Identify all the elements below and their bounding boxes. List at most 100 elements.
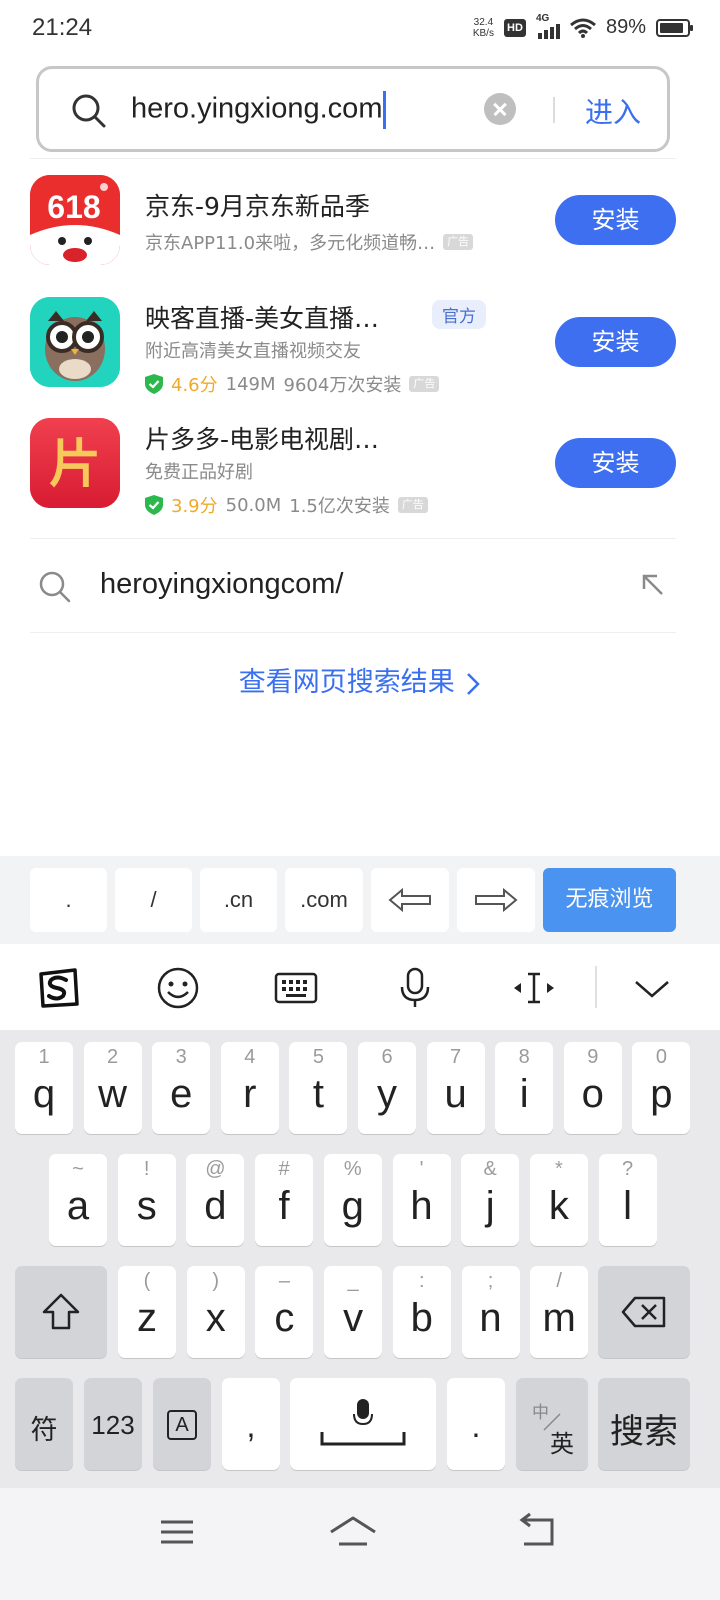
keyboard-icon[interactable]: [274, 966, 318, 1010]
key-b[interactable]: :b: [392, 1266, 451, 1358]
app-result-inke[interactable]: 映客直播-美女直播… 官方 附近高清美女直播视频交友 4.6分 149M 960…: [0, 297, 720, 407]
suggestion-text: heroyingxiongcom/: [100, 568, 344, 600]
key-t[interactable]: 5t: [289, 1042, 348, 1134]
key-f[interactable]: # f: [255, 1154, 314, 1246]
enter-button[interactable]: 进入: [585, 91, 641, 131]
key-label: d: [204, 1184, 227, 1228]
key-c[interactable]: – c: [255, 1266, 314, 1358]
owl-icon[interactable]: [30, 297, 120, 387]
microphone-icon: [353, 1399, 373, 1426]
shift-key[interactable]: [15, 1266, 107, 1358]
home-icon[interactable]: [323, 1510, 383, 1554]
key-label: r: [243, 1072, 257, 1116]
arrow-right-icon: [475, 887, 518, 913]
caps-key[interactable]: A: [153, 1378, 211, 1470]
key-label: f: [278, 1184, 290, 1228]
verified-shield-icon: [145, 495, 163, 515]
key-label: k: [548, 1184, 569, 1228]
emoji-icon[interactable]: [156, 966, 200, 1010]
key-m[interactable]: / m: [530, 1266, 589, 1358]
key-v[interactable]: _ v: [324, 1266, 383, 1358]
install-button[interactable]: 安装: [555, 438, 676, 488]
pian-icon[interactable]: 片: [30, 418, 120, 508]
arrow-left-icon: [388, 887, 431, 913]
install-button[interactable]: 安装: [555, 317, 676, 367]
app-name: 京东-9月京东新品季: [145, 192, 370, 221]
key-secondary-label: &: [483, 1158, 497, 1180]
cursor-move-icon[interactable]: [512, 966, 556, 1010]
key-dot[interactable]: .: [30, 868, 107, 932]
key-j[interactable]: & j: [461, 1154, 520, 1246]
app-size: 149M: [225, 373, 276, 395]
key-g[interactable]: % g: [323, 1154, 382, 1246]
search-suggestion[interactable]: heroyingxiongcom/: [0, 540, 720, 632]
key-u[interactable]: 7u: [426, 1042, 485, 1134]
period-key[interactable]: .: [447, 1378, 505, 1470]
chevron-down-icon[interactable]: [630, 966, 674, 1010]
key-s[interactable]: ! s: [117, 1154, 176, 1246]
key-n[interactable]: ; n: [461, 1266, 520, 1358]
app-meta: 4.6分 149M 9604万次安装 广告: [145, 371, 440, 397]
official-badge: 官方: [432, 300, 486, 329]
key-secondary-label: !: [143, 1158, 150, 1180]
app-result-jd[interactable]: 618 京东-9月京东新品季 京东APP11.0来啦，多元化频道畅… 广告 安装: [0, 175, 720, 285]
key-cn[interactable]: .cn: [200, 868, 277, 932]
back-icon[interactable]: [508, 1510, 568, 1554]
sogou-logo-icon[interactable]: [37, 966, 81, 1010]
key-secondary-label: 4: [244, 1046, 256, 1068]
app-desc: 附近高清美女直播视频交友: [145, 341, 361, 362]
key-l[interactable]: ? l: [598, 1154, 657, 1246]
microphone-icon[interactable]: [393, 966, 437, 1010]
key-k[interactable]: * k: [529, 1154, 588, 1246]
menu-icon[interactable]: [147, 1510, 207, 1554]
key-y[interactable]: 6y: [358, 1042, 416, 1134]
key-i[interactable]: 8i: [495, 1042, 554, 1134]
key-label: t: [312, 1072, 324, 1116]
install-button[interactable]: 安装: [555, 195, 676, 245]
jd-618-icon[interactable]: 618: [30, 175, 120, 265]
search-key[interactable]: 搜索: [598, 1378, 690, 1470]
key-label: u: [444, 1072, 467, 1116]
wifi-icon: [570, 18, 596, 38]
space-key[interactable]: [290, 1378, 436, 1470]
cursor-left-key[interactable]: [371, 868, 449, 932]
key-r[interactable]: 4r: [220, 1042, 279, 1134]
app-result-pianduoduo[interactable]: 片 片多多-电影电视剧… 免费正品好剧 3.9分 50.0M 1.5亿次安装 广…: [0, 418, 720, 528]
key-secondary-label: 8: [518, 1046, 530, 1068]
key-h[interactable]: ' h: [392, 1154, 451, 1246]
icon-text: 片: [49, 435, 101, 495]
app-desc: 免费正品好剧: [145, 462, 253, 483]
key-z[interactable]: (z: [118, 1266, 176, 1358]
symbols-key[interactable]: 符: [15, 1378, 73, 1470]
app-installs: 1.5亿次安装: [289, 496, 390, 517]
comma-key[interactable]: ,: [222, 1378, 280, 1470]
key-q[interactable]: 1q: [15, 1042, 73, 1134]
key-secondary-label: ~: [72, 1158, 84, 1180]
arrow-up-left-icon[interactable]: [640, 572, 666, 598]
key-e[interactable]: 3e: [152, 1042, 211, 1134]
address-input[interactable]: hero.yingxiong.com: [131, 91, 387, 129]
numbers-key[interactable]: 123: [84, 1378, 142, 1470]
key-x[interactable]: ) x: [186, 1266, 245, 1358]
divider: [30, 632, 676, 633]
key-secondary-label: ;: [487, 1270, 494, 1292]
key-p[interactable]: 0p: [632, 1042, 691, 1134]
web-results-link[interactable]: 查看网页搜索结果: [0, 660, 720, 699]
key-d[interactable]: @ d: [186, 1154, 245, 1246]
cursor-right-key[interactable]: [457, 868, 535, 932]
search-icon: [72, 94, 106, 128]
address-bar[interactable]: hero.yingxiong.com 进入: [36, 66, 670, 152]
verified-shield-icon: [145, 374, 163, 394]
key-label: m: [542, 1296, 576, 1340]
backspace-key[interactable]: [598, 1266, 690, 1358]
key-secondary-label: %: [343, 1158, 362, 1180]
key-a[interactable]: ~ a: [49, 1154, 107, 1246]
key-w[interactable]: 2w: [83, 1042, 142, 1134]
key-label: c: [274, 1296, 295, 1340]
key-slash[interactable]: /: [115, 868, 192, 932]
key-o[interactable]: 9o: [563, 1042, 622, 1134]
incognito-button[interactable]: 无痕浏览: [543, 868, 676, 932]
clear-icon[interactable]: [484, 93, 516, 125]
language-switch-key[interactable]: 中 英: [516, 1378, 588, 1470]
key-com[interactable]: .com: [285, 868, 363, 932]
